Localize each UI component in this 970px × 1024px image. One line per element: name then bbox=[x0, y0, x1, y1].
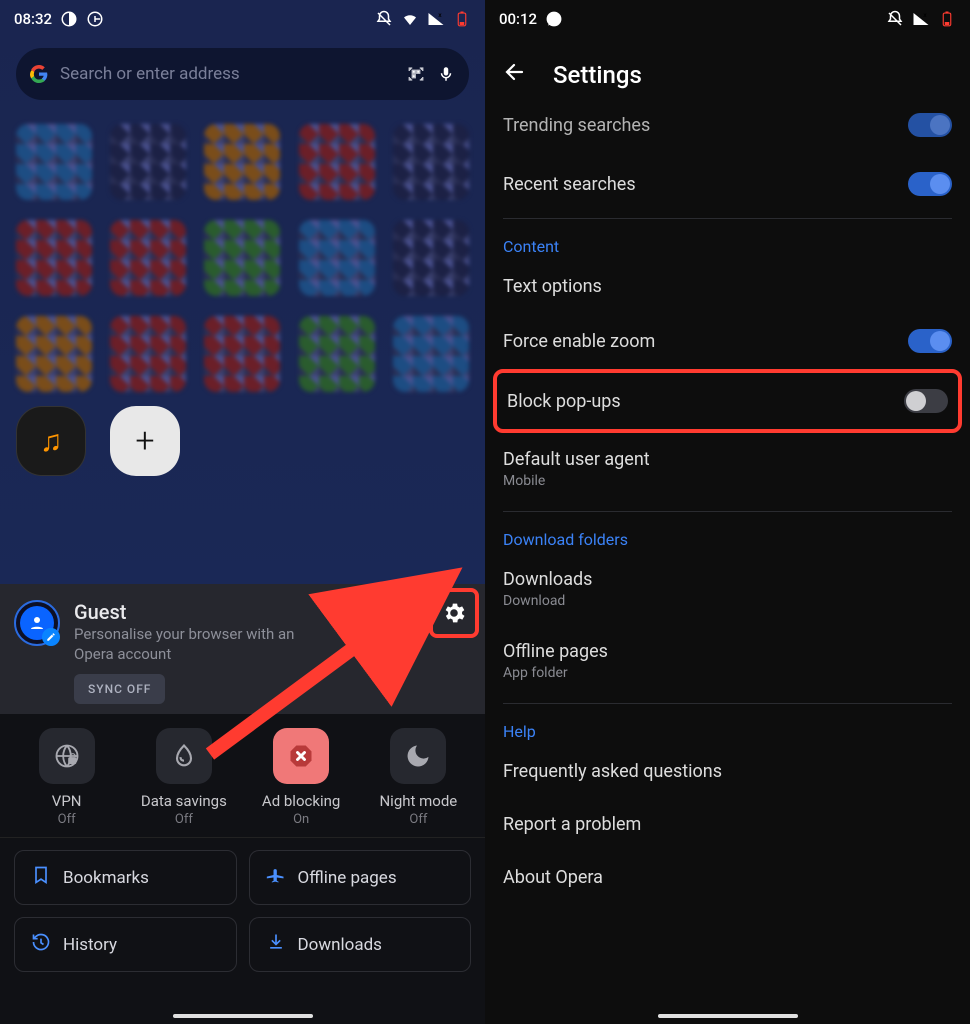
status-bar: 08:32 x bbox=[0, 0, 485, 38]
quick-ad-blocking[interactable]: Ad blocking On bbox=[243, 728, 360, 827]
home-indicator bbox=[173, 1014, 313, 1018]
row-default-user-agent[interactable]: Default user agent Mobile bbox=[503, 433, 952, 505]
power-button[interactable] bbox=[377, 596, 411, 630]
row-block-popups[interactable]: Block pop-ups bbox=[507, 373, 948, 429]
section-download-folders: Download folders bbox=[503, 512, 952, 553]
clock: 00:12 bbox=[499, 10, 537, 28]
avatar-edit-icon bbox=[42, 628, 60, 646]
quick-vpn[interactable]: VPN Off bbox=[8, 728, 125, 827]
search-placeholder: Search or enter address bbox=[60, 64, 395, 84]
google-g-icon bbox=[30, 65, 48, 83]
row-report-problem[interactable]: Report a problem bbox=[503, 798, 952, 851]
speed-dial-tile[interactable] bbox=[393, 220, 469, 296]
quick-data-savings[interactable]: Data savings Off bbox=[125, 728, 242, 827]
svg-text:x: x bbox=[438, 11, 442, 19]
speed-dial-grid bbox=[0, 110, 485, 402]
dnd-icon bbox=[886, 10, 904, 28]
toggle-force-zoom[interactable] bbox=[908, 329, 952, 353]
bottom-sheet: Guest Personalise your browser with an O… bbox=[0, 584, 485, 1024]
speed-dial-tile[interactable] bbox=[204, 316, 280, 392]
speed-dial-tile[interactable] bbox=[110, 124, 186, 200]
clock: 08:32 bbox=[14, 10, 52, 28]
signal-icon: x bbox=[427, 10, 445, 28]
speed-dial-tile[interactable] bbox=[393, 316, 469, 392]
row-force-zoom[interactable]: Force enable zoom bbox=[503, 313, 952, 369]
toggle-block-popups[interactable] bbox=[904, 389, 948, 413]
download-icon bbox=[266, 932, 286, 957]
section-content: Content bbox=[503, 219, 952, 260]
speed-dial-tile[interactable] bbox=[16, 316, 92, 392]
profile-subtitle: Personalise your browser with an Opera a… bbox=[74, 624, 334, 665]
qr-scan-icon[interactable] bbox=[407, 65, 425, 83]
speed-dial-tile[interactable] bbox=[299, 220, 375, 296]
dnd-icon bbox=[375, 10, 393, 28]
history-icon bbox=[31, 932, 51, 957]
signal-icon: x bbox=[912, 10, 930, 28]
row-about-opera[interactable]: About Opera bbox=[503, 851, 952, 904]
bookmarks-chip[interactable]: Bookmarks bbox=[14, 850, 237, 905]
toggle-recent[interactable] bbox=[908, 172, 952, 196]
speed-dial-tile[interactable] bbox=[110, 316, 186, 392]
battery-low-icon bbox=[938, 10, 956, 28]
status-bar: 00:12 x bbox=[485, 0, 970, 38]
settings-highlight bbox=[429, 588, 479, 638]
opera-home-screen: 08:32 x Search or enter address bbox=[0, 0, 485, 1024]
back-button[interactable] bbox=[503, 60, 527, 90]
offline-pages-chip[interactable]: Offline pages bbox=[249, 850, 472, 905]
plane-icon bbox=[266, 865, 286, 890]
search-bar[interactable]: Search or enter address bbox=[16, 48, 469, 100]
speed-dial-tile[interactable] bbox=[204, 220, 280, 296]
add-tile-button[interactable]: + bbox=[110, 406, 180, 476]
row-offline-pages-folder[interactable]: Offline pages App folder bbox=[503, 625, 952, 697]
mic-icon[interactable] bbox=[437, 65, 455, 83]
settings-gear-button[interactable] bbox=[437, 596, 471, 630]
page-title: Settings bbox=[553, 61, 642, 89]
row-recent-searches[interactable]: Recent searches bbox=[503, 156, 952, 212]
whatsapp-icon bbox=[545, 10, 563, 28]
speed-dial-tile[interactable] bbox=[299, 124, 375, 200]
bookmark-icon bbox=[31, 865, 51, 890]
profile-name: Guest bbox=[74, 600, 377, 624]
section-help: Help bbox=[503, 704, 952, 745]
quick-night-mode[interactable]: Night mode Off bbox=[360, 728, 477, 827]
home-indicator bbox=[658, 1014, 798, 1018]
row-faq[interactable]: Frequently asked questions bbox=[503, 745, 952, 798]
block-popups-highlight: Block pop-ups bbox=[493, 369, 962, 433]
google-icon bbox=[86, 10, 104, 28]
opera-settings-screen: 00:12 x Settings Trending searches Recen… bbox=[485, 0, 970, 1024]
speed-dial-tile[interactable] bbox=[110, 220, 186, 296]
sync-chip[interactable]: SYNC OFF bbox=[74, 674, 165, 704]
speed-dial-tile[interactable] bbox=[299, 316, 375, 392]
wifi-icon bbox=[401, 10, 419, 28]
row-trending-searches[interactable]: Trending searches bbox=[503, 104, 952, 156]
music-tile[interactable]: ♫ bbox=[16, 406, 86, 476]
speed-dial-tile[interactable] bbox=[16, 220, 92, 296]
battery-low-icon bbox=[453, 10, 471, 28]
speed-dial-tile[interactable] bbox=[393, 124, 469, 200]
history-chip[interactable]: History bbox=[14, 917, 237, 972]
svg-text:x: x bbox=[923, 11, 927, 19]
row-downloads-folder[interactable]: Downloads Download bbox=[503, 553, 952, 625]
row-text-options[interactable]: Text options bbox=[503, 260, 952, 313]
speed-dial-tile[interactable] bbox=[16, 124, 92, 200]
toggle-trending[interactable] bbox=[908, 113, 952, 137]
downloads-chip[interactable]: Downloads bbox=[249, 917, 472, 972]
firefox-icon bbox=[60, 10, 78, 28]
avatar[interactable] bbox=[14, 600, 60, 646]
speed-dial-tile[interactable] bbox=[204, 124, 280, 200]
